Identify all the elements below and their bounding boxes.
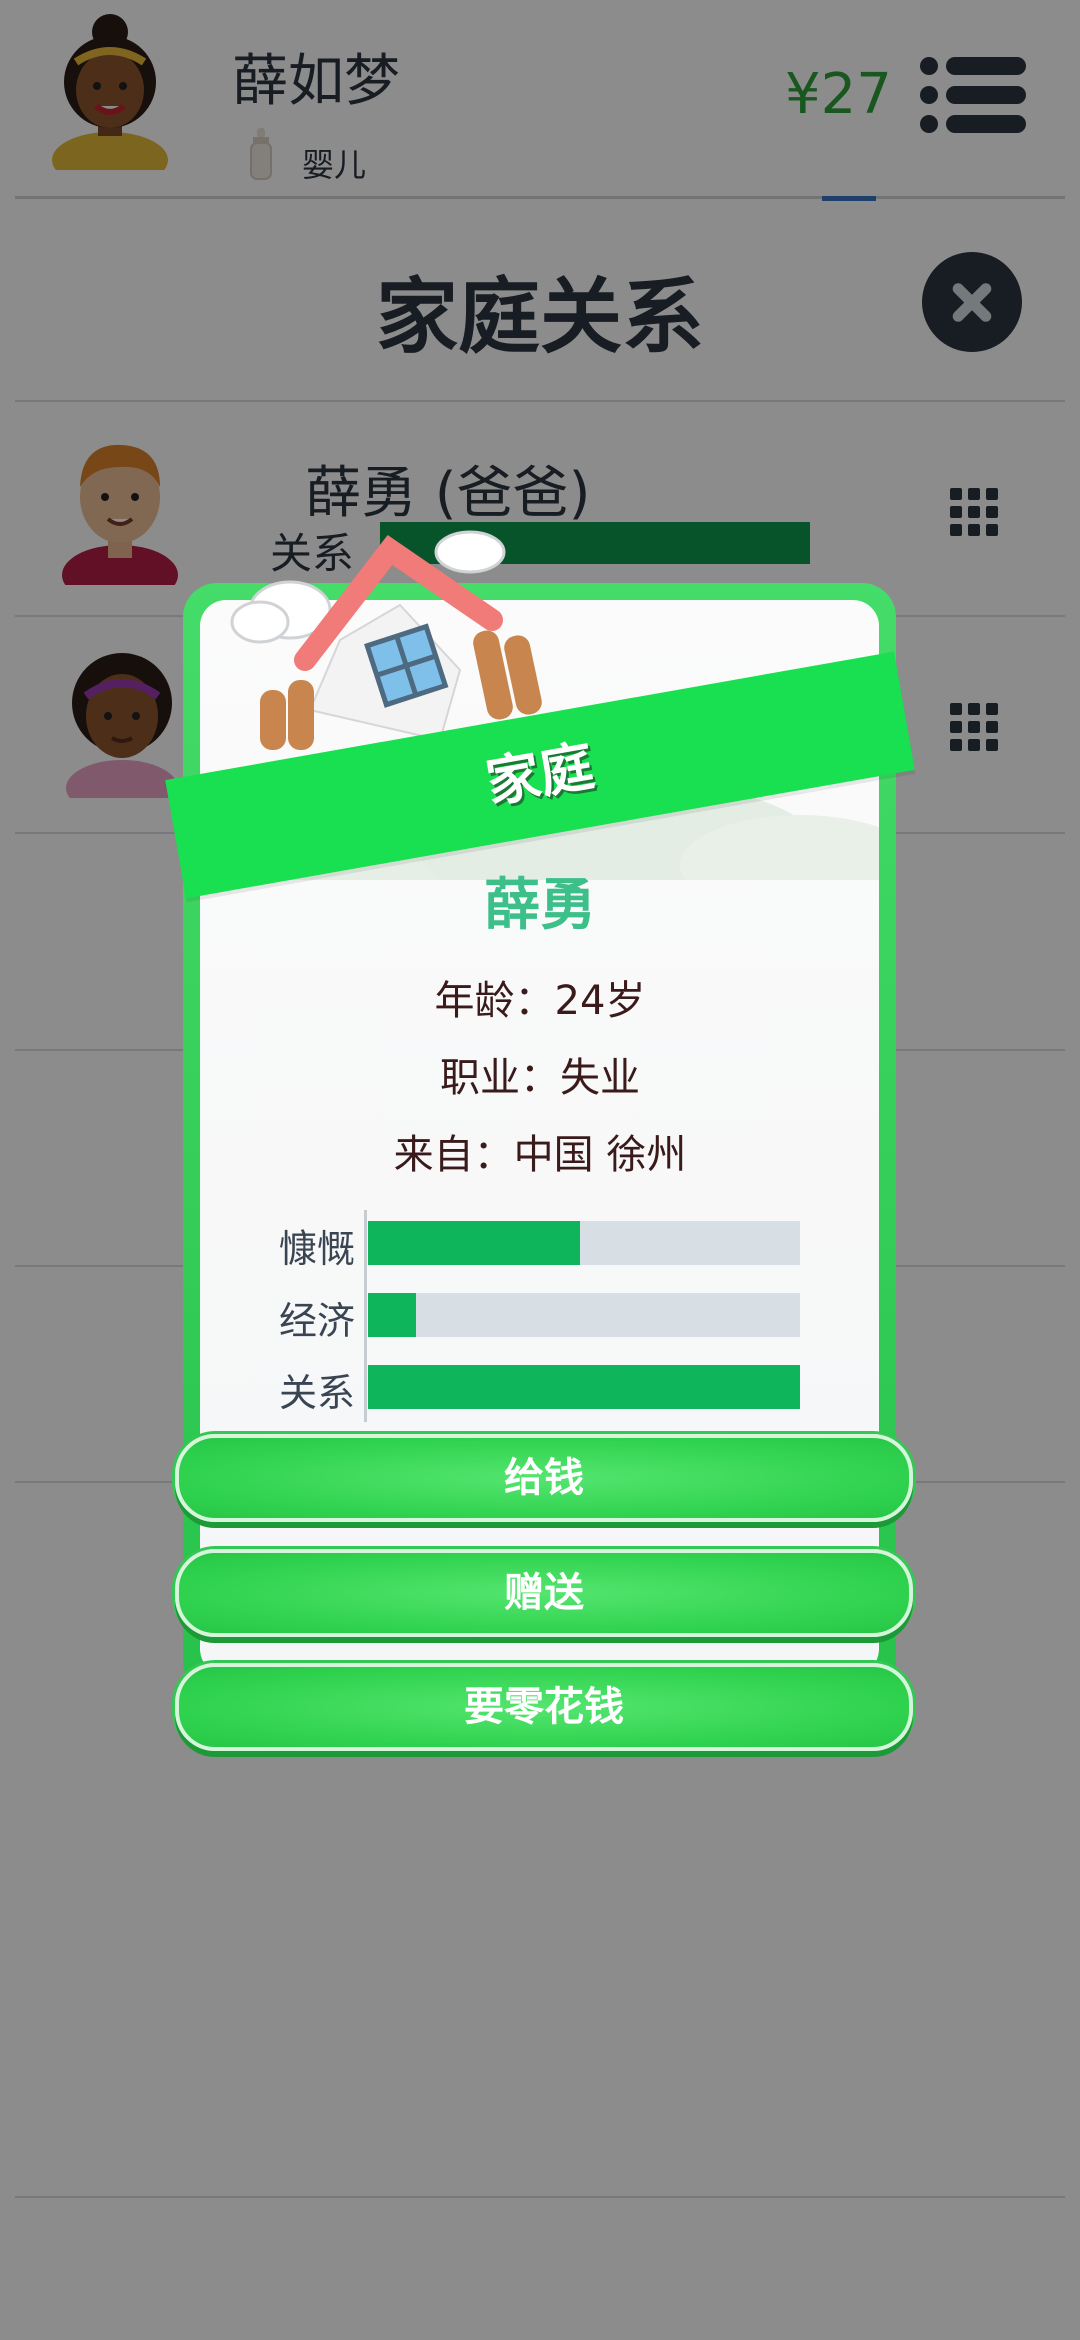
stat-label-generosity: 慷慨 [278, 1227, 355, 1271]
person-name: 薛勇 [484, 873, 596, 938]
stat-bar-fill [368, 1293, 416, 1337]
stat-bar-economy [368, 1293, 800, 1337]
ask-pocket-money-button[interactable]: 要零花钱 [175, 1663, 913, 1751]
stat-bar-fill [368, 1365, 800, 1409]
stat-bar-relationship [368, 1365, 800, 1409]
give-gift-button[interactable]: 赠送 [175, 1549, 913, 1637]
person-origin: 来自：中国 徐州 [393, 1132, 687, 1178]
stat-label-relationship: 关系 [278, 1371, 355, 1415]
person-age: 年龄：24岁 [434, 978, 646, 1024]
give-money-button[interactable]: 给钱 [175, 1434, 913, 1522]
stat-bar-generosity [368, 1221, 800, 1265]
person-job: 职业：失业 [440, 1055, 640, 1101]
stat-bar-fill [368, 1221, 580, 1265]
stat-bars-separator [364, 1210, 367, 1422]
stat-label-economy: 经济 [278, 1299, 355, 1343]
